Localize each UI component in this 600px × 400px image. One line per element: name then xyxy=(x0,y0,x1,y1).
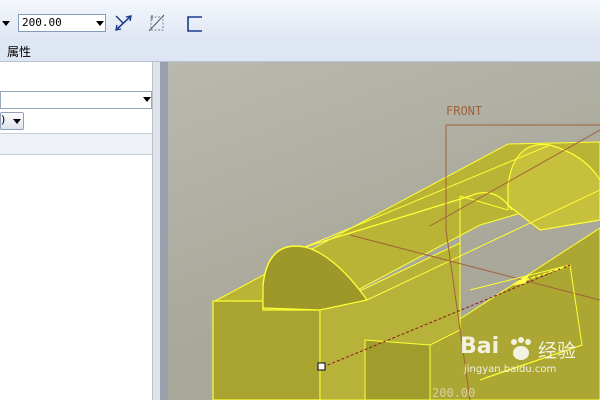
depth-value-combo[interactable]: 200.00 xyxy=(18,14,106,32)
list-header xyxy=(0,133,152,155)
paw-icon xyxy=(511,337,531,360)
datum-label-front: FRONT xyxy=(446,104,483,118)
model-front-face xyxy=(212,300,321,400)
chevron-down-icon[interactable] xyxy=(96,21,104,26)
panel-options-button[interactable]: ) xyxy=(0,112,24,130)
sketch-plane-icon[interactable] xyxy=(185,14,205,34)
dashboard-tabbar: 属性 xyxy=(0,40,600,62)
depth-value[interactable]: 200.00 xyxy=(22,16,62,29)
flip-depth-icon[interactable] xyxy=(113,13,135,33)
panel-filter-combo[interactable] xyxy=(0,91,152,109)
tab-properties[interactable]: 属性 xyxy=(7,43,31,60)
thicken-icon[interactable] xyxy=(146,12,168,34)
model-step-face xyxy=(364,339,431,400)
watermark: Bai 经验 jingyan.baidu.com xyxy=(458,334,600,384)
graphics-viewport[interactable]: FRONT 200.00 Bai 经验 jingyan.baidu.com xyxy=(160,62,600,400)
dimension-value-label[interactable]: 200.00 xyxy=(432,386,475,400)
model-tree-panel: ) xyxy=(0,62,161,400)
dashboard-toolbar: 200.00 xyxy=(0,0,600,40)
paren-glyph: ) xyxy=(1,113,6,126)
chevron-down-icon xyxy=(13,119,21,124)
chevron-down-icon[interactable] xyxy=(143,97,151,102)
options-dropdown-arrow[interactable] xyxy=(2,21,10,26)
watermark-brand: Bai xyxy=(460,334,500,359)
drag-handle xyxy=(317,362,326,371)
panel-body: ) xyxy=(0,62,152,400)
watermark-url: jingyan.baidu.com xyxy=(464,364,557,375)
watermark-suffix: 经验 xyxy=(538,340,577,362)
